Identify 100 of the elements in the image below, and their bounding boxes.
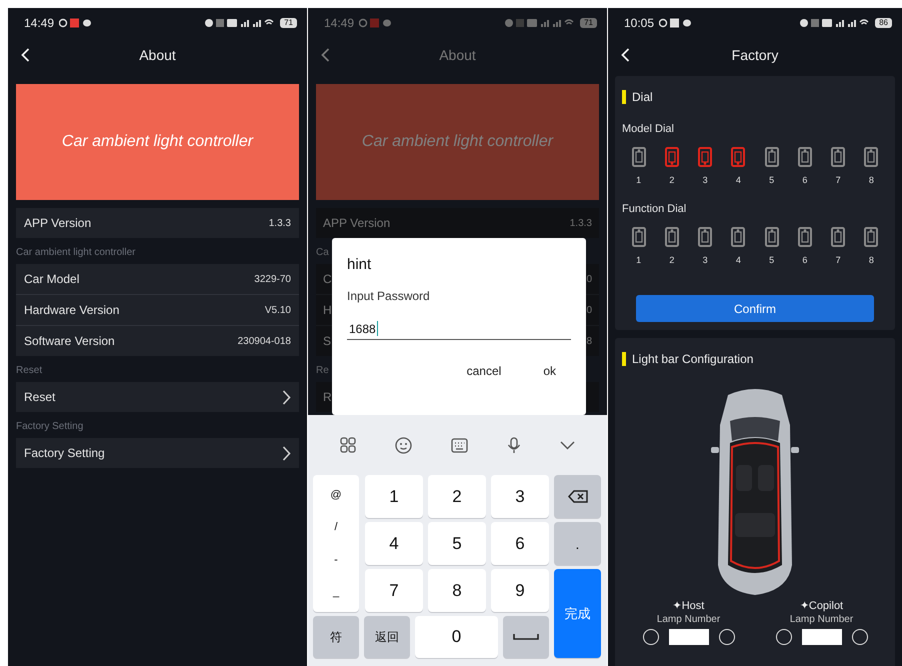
settings-row-text: R [322,389,333,406]
page-title: About [439,47,476,63]
plus-button[interactable] [718,629,734,645]
banner: Car ambient light controller [316,84,599,200]
signal-icons [800,18,870,28]
switch-number: 8 [868,255,874,265]
accent-bar [622,90,626,104]
collapse-icon[interactable] [560,440,575,450]
backspace-icon [568,490,588,503]
switch-number: 2 [669,255,674,265]
banner: Car ambient light controller [16,84,299,200]
field-label: Lamp Number [656,614,720,625]
settings-row[interactable]: Reset [16,382,299,412]
settings-row: Software Version 230904-018 [16,325,299,356]
emoji-icon[interactable] [395,436,412,454]
microphone-icon[interactable] [506,436,521,454]
minus-button[interactable] [776,629,792,645]
keyboard-icon[interactable] [450,438,468,452]
settings-row: Hardware Version V5.10 [16,294,299,325]
card-title: Dial [632,90,653,104]
group-label: Function Dial [622,203,688,215]
digit-key[interactable]: 3 [491,475,549,518]
settings-row-text: APP Version 1.3.3 [322,215,593,232]
battery-level: 86 [875,18,892,28]
battery-level: 71 [580,18,597,28]
dip-switch-icon[interactable] [831,147,846,167]
dip-switch-icon[interactable] [698,147,712,167]
side-label: ✦Copilot [800,599,844,612]
digit-key[interactable]: 8 [428,569,486,612]
page-title: Factory [732,47,778,63]
dip-switch-icon[interactable] [864,227,878,247]
dot-key[interactable]: . [554,522,601,565]
signal-icons [205,18,276,28]
dip-switch-icon[interactable] [831,227,846,247]
chevron-icon [282,446,291,460]
section-heading: Factory Setting [16,421,84,432]
symbol-key[interactable]: @ / - _ [313,475,359,612]
settings-row-text: Car Model 3229-70 [23,271,292,288]
dip-switch-icon[interactable] [731,147,746,167]
confirm-button[interactable]: Confirm [636,295,874,322]
digit-key[interactable]: 9 [491,569,549,612]
digit-key[interactable]: 4 [365,522,423,565]
dip-switch-icon[interactable] [798,227,812,247]
page-title: About [139,47,176,63]
space-key[interactable] [503,616,549,658]
switch-number: 1 [636,255,642,265]
status-time: 14:49 [324,16,354,30]
settings-row-text: C 0 [322,271,593,288]
back-icon[interactable] [21,48,30,62]
battery-level: 71 [280,18,297,28]
dip-switch-icon[interactable] [664,147,679,167]
digit-key[interactable]: 6 [491,522,549,565]
switch-number: 7 [836,175,841,185]
backspace-key[interactable] [554,475,601,518]
digit-key[interactable]: 2 [428,475,486,518]
switch-number: 6 [802,255,808,265]
dip-switch-icon[interactable] [731,227,746,247]
digit-key[interactable]: 5 [428,522,486,565]
settings-row[interactable]: Factory Setting [16,438,299,468]
digit-key[interactable]: 1 [365,475,423,518]
switch-number: 5 [769,175,774,185]
keyboard-key[interactable]: 0 [415,616,498,658]
keyboard-key[interactable]: 符 [313,616,359,658]
switch-number: 4 [736,175,741,185]
done-key[interactable]: 完成 [554,569,601,658]
switch-number: 4 [736,255,741,265]
dip-switch-icon[interactable] [764,147,779,167]
password-field[interactable]: 1688 [347,321,571,340]
space-icon [513,633,539,641]
lamp-number-field[interactable] [668,629,708,645]
switch-number: 6 [802,175,808,185]
minus-button[interactable] [642,629,658,645]
group-label: Model Dial [622,123,675,135]
digit-key[interactable]: 7 [365,569,423,612]
dialog-button[interactable]: cancel [466,364,502,378]
switch-number: 3 [702,255,708,265]
notification-icons [659,18,694,28]
section-heading: Ca [316,247,329,258]
side-label: ✦Host [672,599,704,612]
switch-number: 8 [868,175,874,185]
switch-number: 5 [769,255,774,265]
dialog-title: hint [347,256,372,273]
notification-icons [359,18,394,28]
dip-switch-icon[interactable] [664,227,679,247]
dip-switch-icon[interactable] [632,147,646,167]
switch-number: 2 [669,175,674,185]
apps-icon[interactable] [340,437,356,453]
field-label: Lamp Number [790,614,854,625]
dialog-button[interactable]: ok [543,364,556,378]
dip-switch-icon[interactable] [632,227,646,247]
dip-switch-icon[interactable] [764,227,779,247]
lamp-number-field[interactable] [802,629,842,645]
status-time: 14:49 [24,16,54,30]
dip-switch-icon[interactable] [798,147,812,167]
dip-switch-icon[interactable] [864,147,878,167]
card-title: Light bar Configuration [632,352,754,366]
keyboard-key[interactable]: 返回 [364,616,410,658]
plus-button[interactable] [852,629,868,645]
back-icon[interactable] [621,48,630,62]
dip-switch-icon[interactable] [698,227,712,247]
